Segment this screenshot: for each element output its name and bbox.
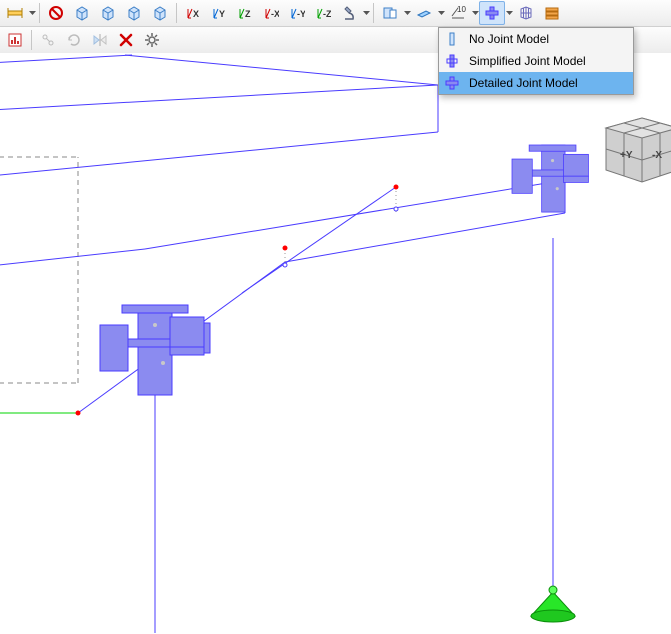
joint-detailed-1 <box>100 305 210 395</box>
offset-10[interactable]: 10 <box>445 1 471 25</box>
menu-item-no-joint-model[interactable]: No Joint Model <box>439 28 633 50</box>
box-top-icon[interactable] <box>95 1 121 25</box>
menu-item-label: Simplified Joint Model <box>469 54 586 68</box>
menu-item-label: Detailed Joint Model <box>469 76 578 90</box>
menu-item-simplified-joint-model[interactable]: Simplified Joint Model <box>439 50 633 72</box>
svg-text:-Y: -Y <box>297 9 305 19</box>
svg-text:-X: -X <box>271 9 279 19</box>
separator <box>31 30 32 50</box>
svg-text:-Z: -Z <box>323 9 331 19</box>
toolbar-main: X Y Z -X -Y -Z 10 <box>0 0 671 27</box>
dropdown-caret[interactable] <box>437 2 445 24</box>
box-front-icon[interactable] <box>69 1 95 25</box>
axis-cube: +Y -X <box>606 118 671 182</box>
svg-text:X: X <box>193 9 199 19</box>
dropdown-caret[interactable] <box>505 2 513 24</box>
axis-y[interactable]: Y <box>206 1 232 25</box>
link-icon <box>35 28 61 52</box>
separator <box>176 3 177 23</box>
refresh-icon <box>61 28 87 52</box>
joint-model-menu: No Joint Model Simplified Joint Model Deta… <box>438 27 634 95</box>
axis-x[interactable]: X <box>180 1 206 25</box>
grid3d-icon[interactable] <box>513 1 539 25</box>
support-cone <box>531 586 575 622</box>
joint-simple-icon <box>443 52 461 70</box>
symbol-alpha-icon[interactable] <box>43 1 69 25</box>
plane-icon[interactable] <box>411 1 437 25</box>
svg-text:10: 10 <box>457 5 466 14</box>
axis-neg-x[interactable]: -X <box>258 1 284 25</box>
joint-none-icon <box>443 30 461 48</box>
boundary-icon[interactable] <box>377 1 403 25</box>
separator <box>39 3 40 23</box>
stack-icon[interactable] <box>539 1 565 25</box>
box-iso-icon[interactable] <box>147 1 173 25</box>
chart-icon[interactable] <box>2 28 28 52</box>
gear-icon[interactable] <box>139 28 165 52</box>
axis-neg-y[interactable]: -Y <box>284 1 310 25</box>
microscope-icon[interactable] <box>336 1 362 25</box>
joint-model-icon <box>443 74 461 92</box>
mirror-icon <box>87 28 113 52</box>
axis-cube-label-y: +Y <box>620 150 633 161</box>
joint-detailed-2 <box>512 145 588 212</box>
axis-neg-z[interactable]: -Z <box>310 1 336 25</box>
dropdown-caret[interactable] <box>28 2 36 24</box>
joint-model-icon[interactable] <box>479 1 505 25</box>
span-tool-icon[interactable] <box>2 1 28 25</box>
axis-cube-label-x: -X <box>652 150 662 161</box>
dropdown-caret[interactable] <box>403 2 411 24</box>
delete-x-icon[interactable] <box>113 28 139 52</box>
separator <box>373 3 374 23</box>
svg-text:Z: Z <box>245 9 251 19</box>
menu-item-detailed-joint-model[interactable]: Detailed Joint Model <box>439 72 633 94</box>
viewport-3d[interactable]: +Y -X <box>0 53 671 634</box>
dropdown-caret[interactable] <box>471 2 479 24</box>
dropdown-caret[interactable] <box>362 2 370 24</box>
axis-z[interactable]: Z <box>232 1 258 25</box>
svg-text:Y: Y <box>219 9 225 19</box>
box-side-icon[interactable] <box>121 1 147 25</box>
menu-item-label: No Joint Model <box>469 32 549 46</box>
